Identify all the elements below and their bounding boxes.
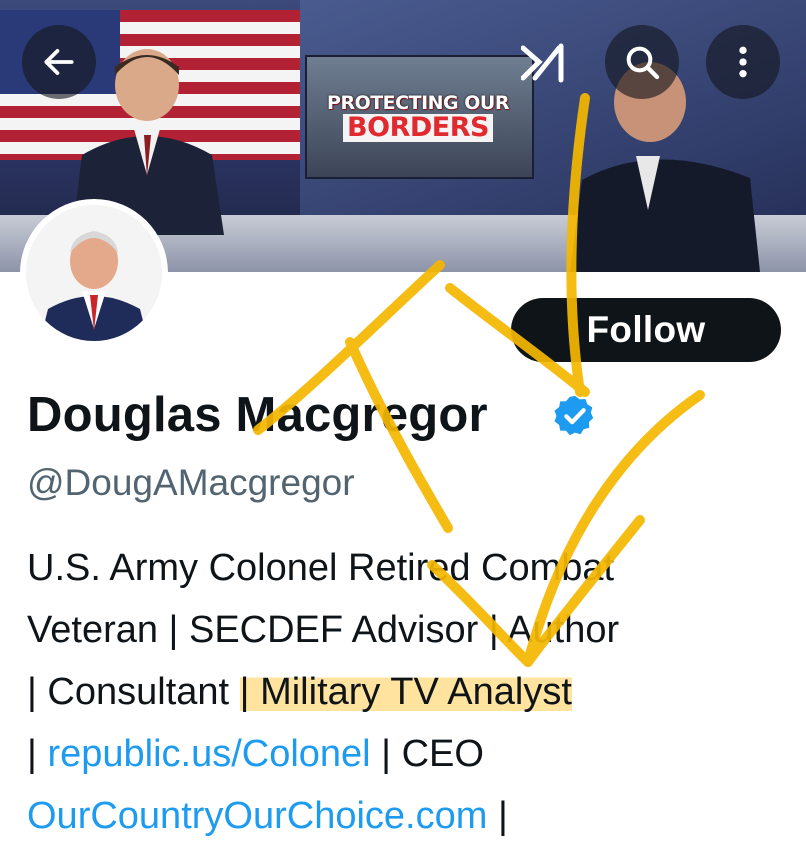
bio-line-1: U.S. Army Colonel Retired Combat: [27, 547, 615, 589]
bio-ceo-text: | CEO: [370, 733, 484, 775]
search-icon: [626, 46, 660, 80]
bio-trailing-separator: |: [487, 795, 508, 837]
bio-line-4: | republic.us/Colonel | CEO: [27, 723, 787, 785]
highlighted-military-tv-analyst: | Military TV Analyst: [239, 671, 572, 713]
user-handle: @DougAMacgregor: [27, 462, 355, 503]
more-options-button[interactable]: [706, 25, 780, 99]
ourcountryourchoice-link[interactable]: OurCountryOurChoice.com: [27, 795, 487, 837]
profile-avatar[interactable]: [20, 199, 168, 347]
back-arrow-icon: [44, 49, 74, 75]
monitor-line-2: BORDERS: [343, 113, 493, 143]
back-button[interactable]: [22, 25, 96, 99]
republic-link[interactable]: republic.us/Colonel: [47, 733, 370, 775]
avatar-photo: [26, 205, 162, 341]
bio-line-2: Veteran | SECDEF Advisor | Author: [27, 609, 620, 651]
profile-bio: U.S. Army Colonel Retired Combat Veteran…: [27, 537, 787, 847]
bio-line-3: | Consultant | Military TV Analyst: [27, 661, 787, 723]
monitor-caption: PROTECTING OUR BORDERS: [318, 92, 518, 143]
monitor-line-1: PROTECTING OUR: [327, 92, 509, 114]
more-vertical-icon: [739, 46, 747, 78]
follow-button[interactable]: Follow: [511, 298, 781, 362]
verified-badge-icon[interactable]: [552, 393, 598, 439]
bio-consultant-text: | Consultant: [27, 671, 240, 713]
display-name: Douglas Macgregor: [27, 388, 488, 442]
grok-logo-icon[interactable]: [520, 42, 567, 84]
bio-separator: |: [27, 733, 48, 775]
search-button[interactable]: [605, 25, 679, 99]
bio-line-5: OurCountryOurChoice.com |: [27, 785, 787, 847]
